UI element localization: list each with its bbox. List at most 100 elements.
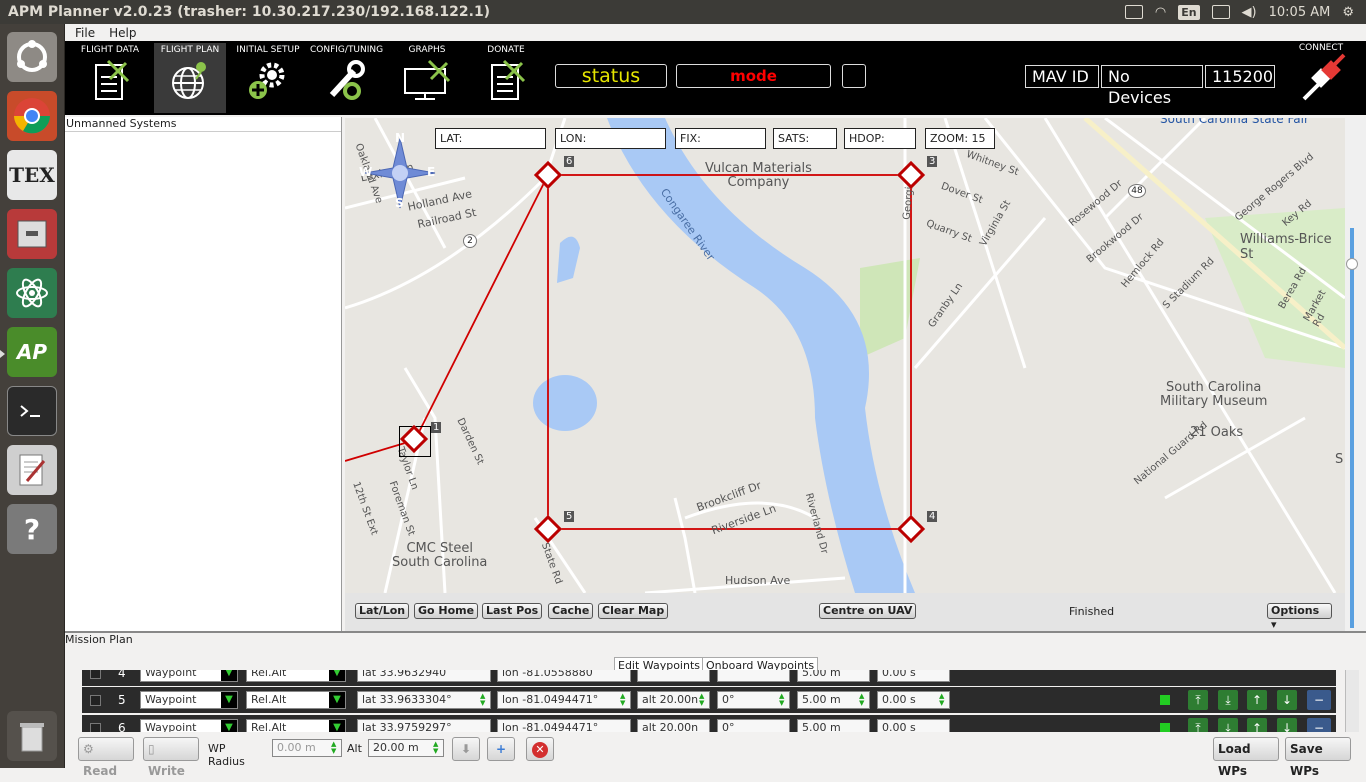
move-bottom-button[interactable]: ⤓	[1218, 718, 1238, 732]
save-wps-button[interactable]: Save WPs	[1285, 737, 1351, 778]
file-cabinet-icon[interactable]	[7, 209, 57, 259]
row-type-select[interactable]: Waypoint ▼	[140, 670, 238, 682]
add-button[interactable]: +	[487, 737, 515, 761]
row-lon-field[interactable]: lon -81.0494471°	[497, 719, 631, 732]
text-editor-icon[interactable]	[7, 445, 57, 495]
tab-config-tuning[interactable]: CONFIG/TUNING	[310, 43, 383, 113]
move-bottom-button[interactable]: ⤓	[1218, 690, 1238, 710]
row-type-select[interactable]: Waypoint ▼	[140, 719, 238, 732]
add-icon: +	[495, 742, 507, 756]
map-scrollbar[interactable]	[1345, 118, 1366, 631]
row-heading-field[interactable]: 0° ▲ ▼	[717, 691, 790, 709]
row-type-select[interactable]: Waypoint ▼	[140, 691, 238, 709]
remove-button[interactable]: −	[1307, 690, 1331, 710]
read-button[interactable]: ⚙ Read	[78, 737, 134, 778]
clock[interactable]: 10:05 AM	[1269, 5, 1331, 20]
clear-map-button[interactable]: Clear Map	[598, 603, 669, 619]
waypoint-1-label: 1	[431, 422, 442, 433]
row-delay-field[interactable]: 0.00 s	[877, 670, 950, 682]
tex-icon[interactable]: TEX	[7, 150, 57, 200]
baud-select[interactable]: 115200	[1205, 65, 1275, 88]
spin-arrows-icon: ▲ ▼	[620, 692, 626, 707]
row-type-value: Waypoint	[145, 693, 197, 706]
power-icon[interactable]: ⚙	[1342, 5, 1354, 20]
label-s: S	[1335, 452, 1344, 467]
download-button[interactable]: ⬇	[452, 737, 480, 761]
map-canvas[interactable]	[345, 118, 1345, 593]
row-lat-field[interactable]: lat 33.9759297°	[357, 719, 491, 732]
table-row[interactable]: 4 Waypoint ▼ Rel.Alt ▼ lat 33.9632940 lon …	[82, 670, 1336, 686]
tab-graphs[interactable]: GRAPHS	[391, 43, 463, 113]
close-icon: ✕	[532, 742, 548, 758]
globe-icon	[172, 62, 206, 99]
row-radius-field[interactable]: 5.00 m ▲ ▼	[797, 691, 870, 709]
wp-radius-field[interactable]: 0.00 m ▲ ▼	[272, 739, 342, 757]
row-lat-field[interactable]: lat 33.9633304° ▲ ▼	[357, 691, 491, 709]
trash-icon[interactable]	[7, 711, 57, 761]
centre-on-uav-button[interactable]: Centre on UAV	[819, 603, 917, 619]
terminal-icon[interactable]	[7, 386, 57, 436]
alt-field[interactable]: 20.00 m ▲ ▼	[368, 739, 444, 757]
row-frame-select[interactable]: Rel.Alt ▼	[246, 670, 346, 682]
help-icon[interactable]: ?	[7, 504, 57, 554]
table-row[interactable]: 5 Waypoint ▼ Rel.Alt ▼ lat 33.9633304° ▲ ▼ l…	[82, 687, 1336, 713]
keyboard-layout[interactable]: En	[1178, 4, 1200, 20]
apm-planner-icon[interactable]: AP	[7, 327, 57, 377]
row-heading-field[interactable]: 0°	[717, 719, 790, 732]
menu-file[interactable]: File	[75, 26, 95, 40]
wifi-icon[interactable]: ◠	[1155, 5, 1166, 20]
row-frame-select[interactable]: Rel.Alt ▼	[246, 719, 346, 732]
row-heading-field[interactable]	[717, 670, 790, 682]
write-button[interactable]: ▯ Write	[143, 737, 199, 778]
move-top-button[interactable]: ⤒	[1188, 690, 1208, 710]
move-up-button[interactable]: ↑	[1247, 718, 1267, 732]
load-wps-button[interactable]: Load WPs	[1213, 737, 1279, 778]
options-button[interactable]: Options ▾	[1267, 603, 1332, 631]
chrome-icon[interactable]	[7, 91, 57, 141]
row-alt-field[interactable]: alt 20.00n	[637, 719, 710, 732]
device-select[interactable]: No Devices	[1101, 65, 1203, 107]
volume-icon[interactable]: ◀)	[1242, 5, 1257, 20]
compass-w: W	[359, 165, 373, 179]
move-down-button[interactable]: ↓	[1277, 718, 1297, 732]
tab-donate[interactable]: DONATE	[470, 43, 542, 113]
tab-flight-data[interactable]: FLIGHT DATA	[74, 43, 146, 113]
atom-icon[interactable]	[7, 268, 57, 318]
battery-icon[interactable]	[1211, 5, 1230, 19]
last-pos-button[interactable]: Last Pos	[482, 603, 543, 619]
table-scrollbar[interactable]	[1345, 670, 1359, 732]
row-delay-field[interactable]: 0.00 s	[877, 719, 950, 732]
printer-icon[interactable]	[1124, 5, 1143, 19]
clear-button[interactable]: ✕	[526, 737, 554, 761]
row-lon-field[interactable]: lon -81.0558880	[497, 670, 631, 682]
map-view[interactable]: Vulcan Materials Company Congaree River …	[345, 118, 1345, 593]
row-delay-field[interactable]: 0.00 s ▲ ▼	[877, 691, 950, 709]
row-checkbox[interactable]	[90, 670, 101, 679]
go-home-button[interactable]: Go Home	[414, 603, 479, 619]
row-radius-field[interactable]: 5.00 m	[797, 719, 870, 732]
mav-id[interactable]: MAV ID	[1025, 65, 1099, 88]
menu-help[interactable]: Help	[109, 26, 136, 40]
row-frame-select[interactable]: Rel.Alt ▼	[246, 691, 346, 709]
scrollbar-handle[interactable]	[1346, 258, 1358, 270]
lat-lon-button[interactable]: Lat/Lon	[355, 603, 410, 619]
table-row[interactable]: 6 Waypoint ▼ Rel.Alt ▼ lat 33.9759297° lon…	[82, 715, 1336, 732]
row-radius-field[interactable]: 5.00 m	[797, 670, 870, 682]
row-alt-field[interactable]	[637, 670, 710, 682]
ubuntu-dash-icon[interactable]	[7, 32, 57, 82]
move-up-button[interactable]: ↑	[1247, 690, 1267, 710]
remove-button[interactable]: −	[1307, 718, 1331, 732]
tab-flight-plan[interactable]: FLIGHT PLAN	[154, 43, 226, 113]
row-lat-field[interactable]: lat 33.9632940	[357, 670, 491, 682]
move-down-button[interactable]: ↓	[1277, 690, 1297, 710]
row-type-value: Waypoint	[145, 670, 197, 679]
row-lon-field[interactable]: lon -81.0494471° ▲ ▼	[497, 691, 631, 709]
cache-button[interactable]: Cache	[548, 603, 594, 619]
move-top-button[interactable]: ⤒	[1188, 718, 1208, 732]
connect-button[interactable]: CONNECT	[1285, 43, 1357, 113]
row-checkbox[interactable]	[90, 723, 101, 732]
donate-icon	[491, 59, 526, 100]
row-checkbox[interactable]	[90, 695, 101, 706]
row-alt-field[interactable]: alt 20.00n ▲ ▼	[637, 691, 710, 709]
tab-initial-setup[interactable]: INITIAL SETUP	[232, 43, 304, 113]
